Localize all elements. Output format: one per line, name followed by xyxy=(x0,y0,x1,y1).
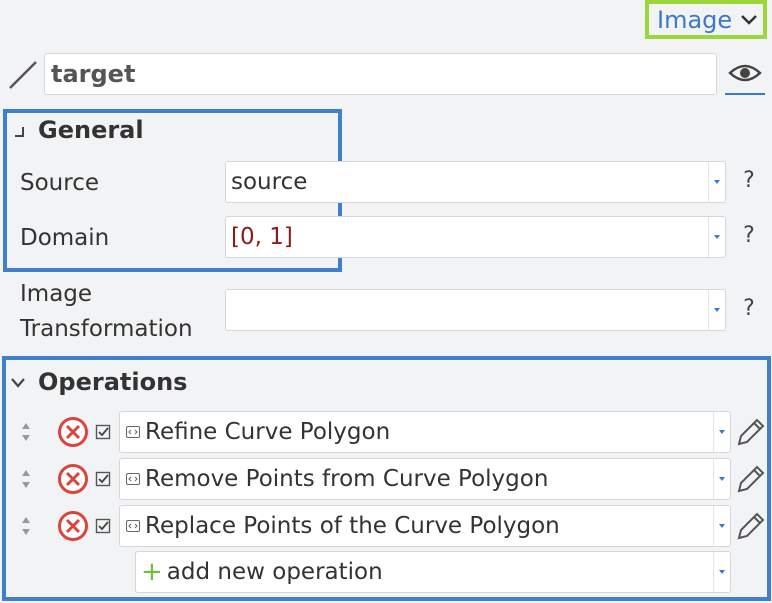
operation-label: Replace Points of the Curve Polygon xyxy=(145,513,560,539)
chevron-down-icon xyxy=(714,180,720,184)
operations-section-title: Operations xyxy=(38,368,188,396)
operation-dropdown[interactable] xyxy=(713,459,730,499)
checkbox-icon[interactable] xyxy=(95,518,111,534)
sort-handle-icon[interactable] xyxy=(20,421,32,443)
checkbox-icon[interactable] xyxy=(95,424,111,440)
source-help[interactable]: ? xyxy=(739,168,759,193)
operation-dropdown[interactable] xyxy=(713,506,730,546)
type-selector-label: Image xyxy=(657,5,733,34)
operation-label: Refine Curve Polygon xyxy=(145,419,391,445)
chevron-down-icon xyxy=(714,308,720,312)
image-transformation-label-line1: Image xyxy=(20,281,93,307)
chevron-down-icon xyxy=(741,14,758,25)
checkbox-icon[interactable] xyxy=(95,471,111,487)
operation-label: Remove Points from Curve Polygon xyxy=(145,466,549,492)
remove-icon[interactable] xyxy=(57,416,89,448)
source-field[interactable]: source xyxy=(225,161,726,203)
source-value: source xyxy=(231,169,308,195)
operation-icon xyxy=(126,473,140,485)
chevron-down-icon xyxy=(719,524,725,528)
plus-icon: + xyxy=(141,557,163,587)
collapse-icon[interactable] xyxy=(12,125,26,139)
chevron-down-icon xyxy=(719,570,725,574)
pen-icon xyxy=(9,61,37,89)
chevron-down-icon[interactable] xyxy=(10,377,26,389)
chevron-down-icon xyxy=(714,235,720,239)
source-dropdown[interactable] xyxy=(708,162,725,202)
image-transformation-label-line2: Transformation xyxy=(20,316,193,342)
operation-field[interactable]: Refine Curve Polygon xyxy=(119,411,731,453)
add-operation-dropdown[interactable] xyxy=(713,552,730,592)
image-transformation-help[interactable]: ? xyxy=(739,296,759,321)
sort-handle-icon[interactable] xyxy=(20,515,32,537)
domain-field[interactable]: [0, 1] xyxy=(225,216,726,258)
type-selector[interactable]: Image xyxy=(645,0,767,39)
edit-pencil-icon[interactable] xyxy=(735,463,767,495)
edit-pencil-icon[interactable] xyxy=(735,416,767,448)
domain-help[interactable]: ? xyxy=(739,223,759,248)
domain-value: [0, 1] xyxy=(231,224,293,250)
domain-label: Domain xyxy=(20,225,110,251)
add-operation-label: add new operation xyxy=(166,559,383,585)
operation-icon xyxy=(126,426,140,438)
edit-pencil-icon[interactable] xyxy=(735,510,767,542)
name-input[interactable] xyxy=(44,53,717,95)
add-operation-field[interactable]: + add new operation xyxy=(135,551,731,593)
general-section-title: General xyxy=(38,116,144,144)
operation-field[interactable]: Replace Points of the Curve Polygon xyxy=(119,505,731,547)
chevron-down-icon xyxy=(719,430,725,434)
eye-icon xyxy=(728,64,762,82)
remove-icon[interactable] xyxy=(57,463,89,495)
operation-icon xyxy=(126,520,140,532)
operation-field[interactable]: Remove Points from Curve Polygon xyxy=(119,458,731,500)
image-transformation-field[interactable] xyxy=(225,289,726,331)
domain-dropdown[interactable] xyxy=(708,217,725,257)
sort-handle-icon[interactable] xyxy=(20,468,32,490)
remove-icon[interactable] xyxy=(57,510,89,542)
image-transformation-dropdown[interactable] xyxy=(708,290,725,330)
visibility-toggle[interactable] xyxy=(725,53,765,95)
source-label: Source xyxy=(20,170,99,196)
chevron-down-icon xyxy=(719,477,725,481)
operation-dropdown[interactable] xyxy=(713,412,730,452)
